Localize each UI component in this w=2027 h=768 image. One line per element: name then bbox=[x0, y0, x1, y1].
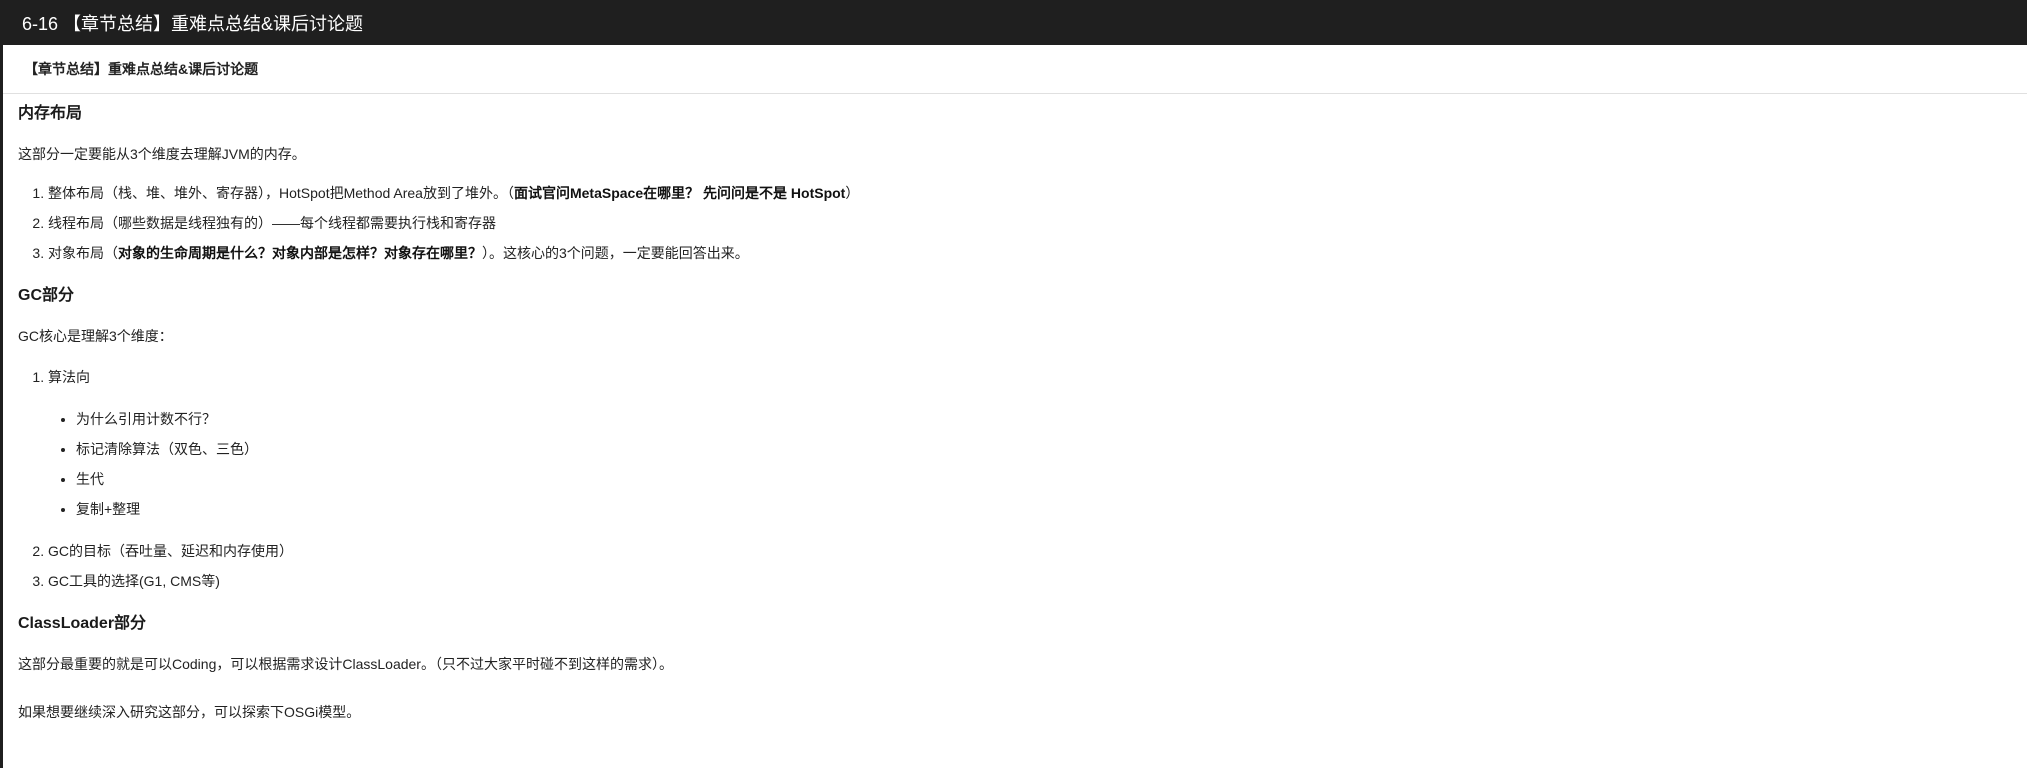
list-item: GC的目标（吞吐量、延迟和内存使用） bbox=[48, 536, 2027, 566]
list-item: 为什么引用计数不行？ bbox=[76, 404, 2027, 434]
document-subheader: 【章节总结】重难点总结&课后讨论题 bbox=[3, 45, 2027, 94]
window-title: 6-16 【章节总结】重难点总结&课后讨论题 bbox=[22, 13, 364, 34]
section-heading-memory: 内存布局 bbox=[18, 105, 83, 122]
gc-list: 算法向 bbox=[18, 362, 2027, 392]
gc-algorithm-sublist: 为什么引用计数不行？ 标记清除算法（双色、三色） 生代 复制+整理 bbox=[18, 404, 2027, 524]
gc-intro: GC核心是理解3个维度： bbox=[18, 328, 173, 344]
list-item: 标记清除算法（双色、三色） bbox=[76, 434, 2027, 464]
document-frame: 【章节总结】重难点总结&课后讨论题 内存布局 这部分一定要能从3个维度去理解JV… bbox=[0, 45, 2027, 768]
section-heading-classloader: ClassLoader部分 bbox=[18, 615, 147, 632]
memory-list: 整体布局（栈、堆、堆外、寄存器），HotSpot把Method Area放到了堆… bbox=[18, 178, 2027, 268]
list-item: 线程布局（哪些数据是线程独有的）——每个线程都需要执行栈和寄存器 bbox=[48, 208, 2027, 238]
list-item: 对象布局（对象的生命周期是什么？对象内部是怎样？对象存在哪里？）。这核心的3个问… bbox=[48, 238, 2027, 268]
window-title-bar: 6-16 【章节总结】重难点总结&课后讨论题 bbox=[0, 0, 2027, 45]
gc-list-continued: GC的目标（吞吐量、延迟和内存使用） GC工具的选择(G1, CMS等) bbox=[18, 536, 2027, 596]
document-content: 内存布局 这部分一定要能从3个维度去理解JVM的内存。 整体布局（栈、堆、堆外、… bbox=[3, 94, 2027, 722]
list-item: 算法向 bbox=[48, 362, 2027, 392]
document-title: 【章节总结】重难点总结&课后讨论题 bbox=[24, 61, 259, 77]
classloader-paragraph-1: 这部分最重要的就是可以Coding，可以根据需求设计ClassLoader。（只… bbox=[18, 656, 673, 672]
memory-intro: 这部分一定要能从3个维度去理解JVM的内存。 bbox=[18, 146, 306, 162]
list-item: 生代 bbox=[76, 464, 2027, 494]
section-heading-gc: GC部分 bbox=[18, 287, 75, 304]
list-item: GC工具的选择(G1, CMS等) bbox=[48, 566, 2027, 596]
classloader-paragraph-2: 如果想要继续深入研究这部分，可以探索下OSGi模型。 bbox=[18, 704, 361, 720]
list-item: 复制+整理 bbox=[76, 494, 2027, 524]
list-item: 整体布局（栈、堆、堆外、寄存器），HotSpot把Method Area放到了堆… bbox=[48, 178, 2027, 208]
